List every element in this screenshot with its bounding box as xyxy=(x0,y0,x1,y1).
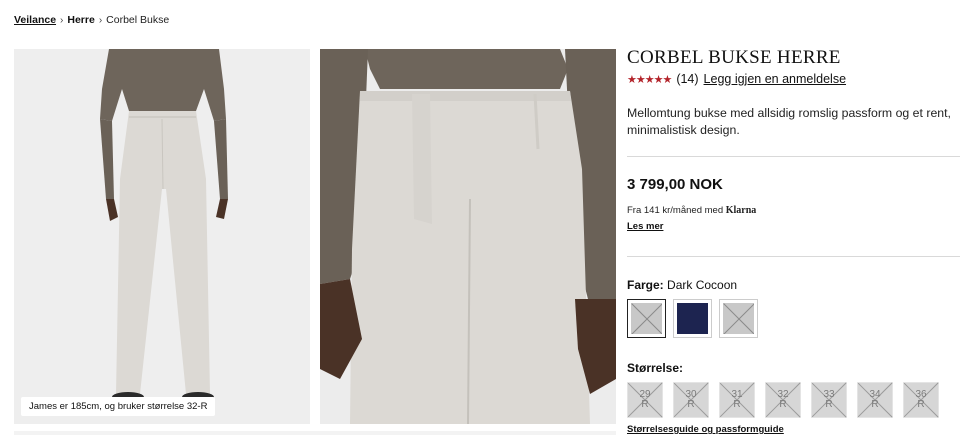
color-swatch-grey[interactable] xyxy=(719,299,758,338)
write-review-link[interactable]: Legg igjen en anmeldelse xyxy=(704,72,846,86)
chevron-right-icon: › xyxy=(60,14,64,26)
rating-row: ★★★★★ (14) Legg igjen en anmeldelse xyxy=(627,72,960,86)
image-caption: James er 185cm, og bruker størrelse 32-R xyxy=(21,397,216,416)
size-label: Størrelse: xyxy=(627,361,684,375)
gallery-divider xyxy=(14,431,616,435)
size-options: 29 R 30 R 31 R 32 R 33 R 34 R 36 R xyxy=(627,382,960,418)
color-value: Dark Cocoon xyxy=(667,278,738,292)
size-option-34r[interactable]: 34 R xyxy=(857,382,893,418)
product-title: CORBEL BUKSE HERRE xyxy=(627,47,841,68)
klarna-installment: Fra 141 kr/måned med Klarna xyxy=(627,205,960,216)
size-guide-link[interactable]: Størrelsesguide og passformguide xyxy=(627,424,784,435)
divider xyxy=(627,256,960,257)
product-image-full[interactable]: James er 185cm, og bruker størrelse 32-R xyxy=(14,49,310,424)
model-detail-image xyxy=(320,49,616,424)
read-more-link[interactable]: Les mer xyxy=(627,221,663,232)
klarna-text: Fra 141 kr/måned med xyxy=(627,205,724,216)
product-info: CORBEL BUKSE HERRE ★★★★★ (14) Legg igjen… xyxy=(627,47,960,435)
size-option-33r[interactable]: 33 R xyxy=(811,382,847,418)
color-swatches xyxy=(627,299,960,338)
color-swatch-dark-cocoon[interactable] xyxy=(627,299,666,338)
size-option-29r[interactable]: 29 R xyxy=(627,382,663,418)
breadcrumb-link-veilance[interactable]: Veilance xyxy=(14,14,56,26)
product-description: Mellomtung bukse med allsidig romslig pa… xyxy=(627,106,951,137)
breadcrumb: Veilance › Herre › Corbel Bukse xyxy=(14,14,169,26)
color-swatch-navy[interactable] xyxy=(673,299,712,338)
color-label: Farge: xyxy=(627,278,664,292)
size-option-36r[interactable]: 36 R xyxy=(903,382,939,418)
breadcrumb-current: Corbel Bukse xyxy=(106,14,170,26)
breadcrumb-link-herre[interactable]: Herre xyxy=(67,14,94,26)
product-image-detail[interactable] xyxy=(320,49,616,424)
model-full-body-image xyxy=(14,49,310,424)
color-selector-label: Farge: Dark Cocoon xyxy=(627,278,960,292)
divider xyxy=(627,156,960,157)
review-count: (14) xyxy=(676,72,699,86)
size-option-31r[interactable]: 31 R xyxy=(719,382,755,418)
rating-stars-icon: ★★★★★ xyxy=(627,73,672,86)
product-price: 3 799,00 NOK xyxy=(627,176,723,193)
chevron-right-icon: › xyxy=(98,14,103,26)
size-option-32r[interactable]: 32 R xyxy=(765,382,801,418)
product-gallery: James er 185cm, og bruker størrelse 32-R xyxy=(14,49,616,424)
klarna-logo: Klarna xyxy=(725,205,757,216)
size-option-30r[interactable]: 30 R xyxy=(673,382,709,418)
